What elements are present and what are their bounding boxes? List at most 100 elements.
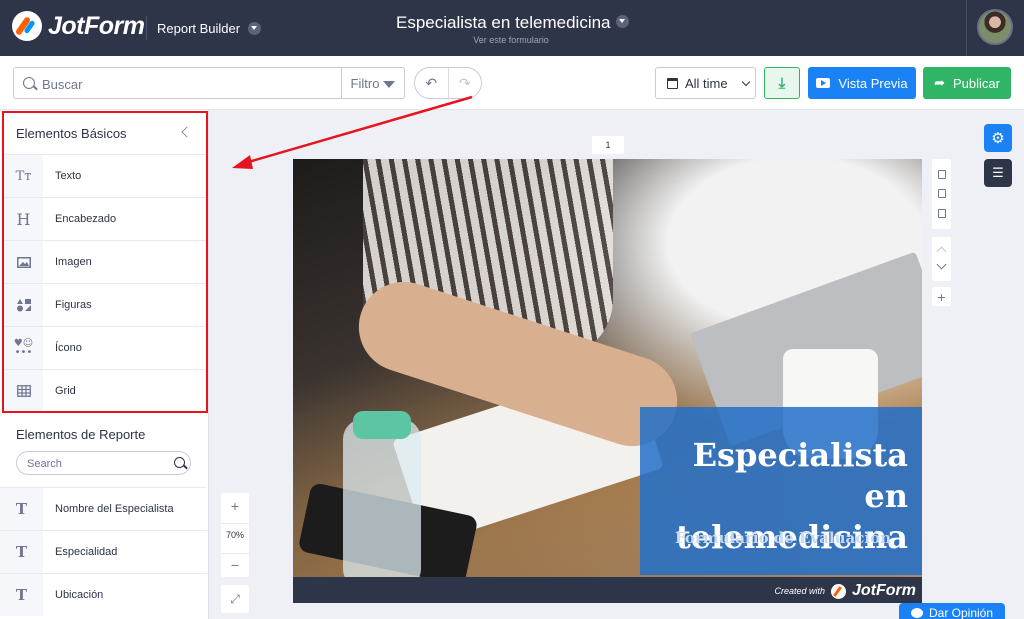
undo-redo-group: ↶ ↷ (414, 67, 482, 99)
created-brand: JotForm (852, 582, 916, 599)
basic-elements-title: Elementos Básicos (16, 126, 127, 141)
report-item-label: Ubicación (55, 589, 104, 601)
preview-label: Vista Previa (838, 75, 908, 91)
settings-button[interactable]: ⚙ (984, 124, 1012, 152)
undo-button[interactable]: ↶ (415, 68, 448, 98)
search-icon[interactable] (174, 457, 185, 468)
filter-button[interactable]: Filtro (341, 68, 404, 98)
share-arrow-icon: ➦ (934, 75, 945, 90)
date-range-value: All time (685, 75, 728, 91)
play-icon (816, 78, 831, 88)
header-divider (146, 16, 147, 40)
feedback-label: Dar Opinión (928, 606, 994, 619)
page-tools (932, 159, 951, 229)
text-element-icon: Tт (4, 155, 43, 197)
element-label: Figuras (55, 299, 92, 311)
report-elements-search (16, 451, 191, 475)
search-input[interactable] (42, 74, 342, 94)
zoom-in-button[interactable]: + (221, 495, 249, 517)
report-item-location[interactable]: T Ubicación (0, 573, 207, 616)
photo-bottle-cap (353, 411, 411, 439)
view-form-link[interactable]: Ver este formulario (396, 35, 626, 45)
element-item-shapes[interactable]: Figuras (4, 283, 206, 326)
form-title[interactable]: Especialista en telemedicina (396, 13, 611, 33)
element-item-text[interactable]: Tт Texto (4, 154, 206, 197)
fullscreen-button[interactable]: ⤢ (221, 585, 249, 613)
funnel-icon (383, 80, 396, 88)
top-bar: JotForm Report Builder Especialista en t… (0, 0, 1024, 56)
report-item-label: Nombre del Especialista (55, 503, 174, 515)
app-name[interactable]: Report Builder (157, 21, 240, 36)
collapse-panel-chevron-icon[interactable] (181, 126, 193, 138)
feedback-button[interactable]: Dar Opinión (899, 603, 1005, 619)
zoom-level: 70% (221, 523, 249, 545)
preview-button[interactable]: Vista Previa (808, 67, 916, 99)
element-item-image[interactable]: Imagen (4, 240, 206, 283)
created-with-badge: Created with JotForm (774, 582, 916, 600)
image-icon (4, 241, 43, 283)
jotform-logo-icon (12, 11, 42, 41)
element-item-icon[interactable]: ♥☺ ••• Ícono (4, 326, 206, 369)
download-icon: ⤓ (778, 74, 786, 92)
cover-title-box[interactable]: Especialista en telemedicina Formulario … (640, 407, 922, 575)
report-elements-title: Elementos de Reporte (16, 427, 146, 442)
photo-bottle (343, 419, 421, 577)
layers-button[interactable]: ☰ (984, 159, 1012, 187)
created-with-text: Created with (774, 586, 825, 596)
shapes-icon (4, 284, 43, 326)
page-number: 1 (592, 136, 624, 154)
app-switcher-chevron-icon[interactable] (248, 22, 261, 35)
chat-icon (910, 608, 923, 618)
form-switcher-chevron-icon[interactable] (616, 15, 629, 28)
report-item-label: Especialidad (55, 546, 118, 558)
search-box: Filtro (13, 67, 405, 99)
element-item-grid[interactable]: Grid (4, 369, 206, 412)
zoom-controls: + 70% − (221, 493, 249, 577)
add-page-button[interactable]: + (932, 287, 951, 306)
element-label: Texto (55, 170, 82, 182)
delete-page-icon[interactable] (937, 208, 946, 218)
elements-panel: Elementos Básicos Tт Texto H Encabezado … (0, 110, 209, 619)
redo-icon: ↷ (458, 74, 471, 91)
search-icon (23, 77, 35, 89)
report-item-specialty[interactable]: T Especialidad (0, 530, 207, 573)
expand-icon: ⤢ (230, 591, 240, 606)
report-item-specialist-name[interactable]: T Nombre del Especialista (0, 487, 207, 530)
element-label: Ícono (55, 342, 82, 354)
cover-subtitle: Formulario de Evaluación (675, 529, 891, 547)
text-field-icon: T (0, 488, 43, 530)
page-settings-icon[interactable] (937, 170, 946, 180)
toolbar: Filtro ↶ ↷ All time ⤓ Vista Previa ➦ Pub… (0, 56, 1024, 110)
jotform-logo-icon (831, 583, 846, 599)
duplicate-page-icon[interactable] (937, 189, 946, 199)
user-avatar[interactable] (977, 9, 1013, 45)
jotform-logo[interactable]: JotForm (12, 11, 145, 41)
brand-name: JotForm (48, 11, 145, 40)
zoom-out-button[interactable]: − (221, 553, 249, 575)
element-label: Grid (55, 385, 76, 397)
report-search-input[interactable] (27, 456, 167, 472)
heading-element-icon: H (4, 198, 43, 240)
element-label: Imagen (55, 256, 92, 268)
move-page-up-icon[interactable] (936, 246, 947, 257)
text-field-icon: T (0, 574, 43, 616)
icons-icon: ♥☺ ••• (4, 327, 43, 369)
text-field-icon: T (0, 531, 43, 573)
undo-icon: ↶ (425, 74, 438, 91)
element-label: Encabezado (55, 213, 117, 225)
publish-button[interactable]: ➦ Publicar (923, 67, 1011, 99)
chevron-down-icon (741, 77, 750, 86)
avatar-divider (966, 0, 967, 56)
page-navigation (932, 237, 951, 281)
layers-icon: ☰ (992, 165, 1004, 180)
gear-icon: ⚙ (991, 130, 1005, 147)
redo-button[interactable]: ↷ (447, 68, 482, 98)
report-page[interactable]: Especialista en telemedicina Formulario … (293, 159, 922, 603)
element-item-heading[interactable]: H Encabezado (4, 197, 206, 240)
date-range-select[interactable]: All time (655, 67, 756, 99)
filter-label: Filtro (350, 75, 380, 91)
move-page-down-icon[interactable] (936, 259, 947, 270)
publish-label: Publicar (952, 75, 1000, 91)
download-button[interactable]: ⤓ (764, 67, 800, 99)
calendar-icon (667, 77, 678, 89)
